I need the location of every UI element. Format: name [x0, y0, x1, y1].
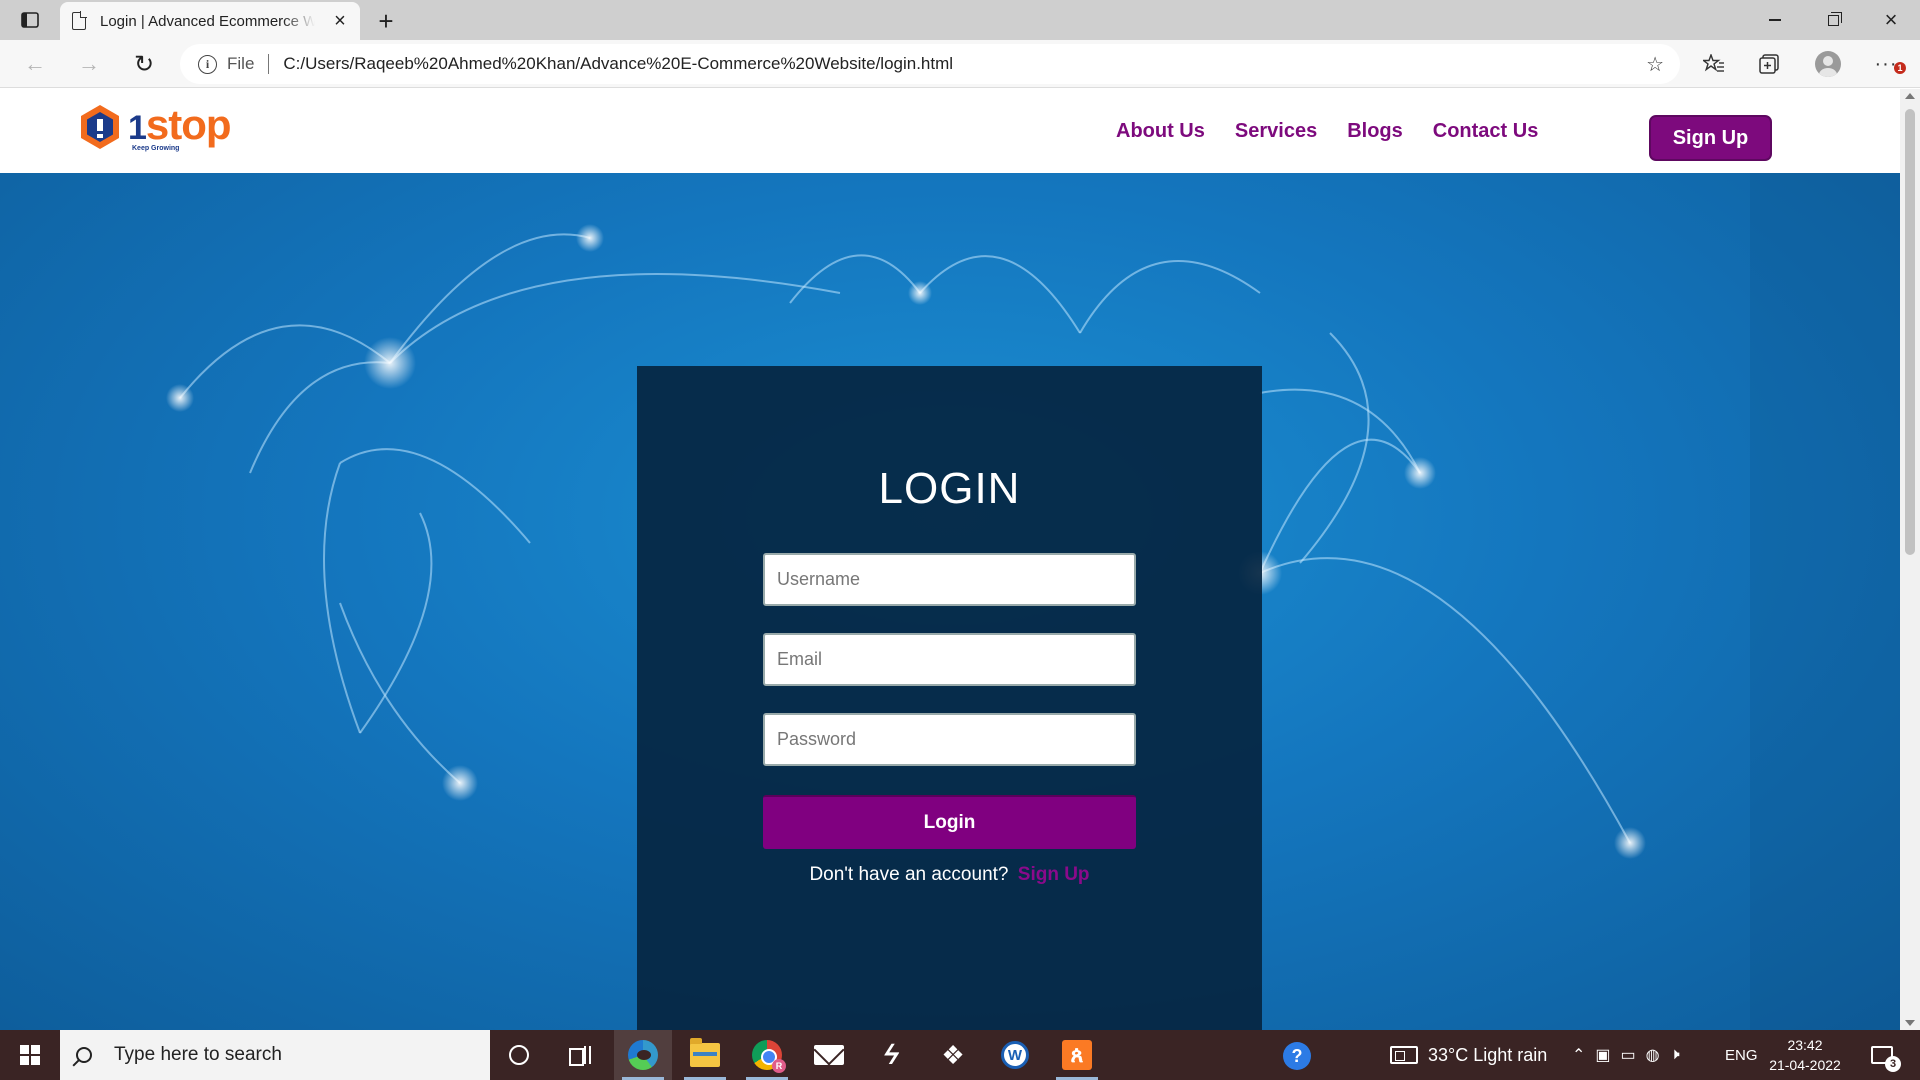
folder-icon [690, 1038, 720, 1067]
profile-avatar[interactable] [1812, 50, 1844, 78]
add-favorite-icon[interactable]: ☆ [1646, 52, 1664, 77]
restore-button[interactable] [1804, 0, 1862, 40]
volume-icon[interactable]: 🕨 [1670, 1046, 1680, 1064]
address-scheme-label: File [227, 54, 255, 73]
page-viewport: 1stop Keep Growing About Us Services Blo… [0, 89, 1900, 1030]
taskbar-app-w[interactable]: W [986, 1030, 1044, 1080]
favorites-icon[interactable] [1698, 50, 1730, 78]
logo-mark-icon [78, 103, 122, 151]
site-logo[interactable]: 1stop Keep Growing [78, 103, 238, 159]
nav-about-us[interactable]: About Us [1116, 120, 1205, 143]
clock-time: 23:42 [1787, 1037, 1823, 1053]
system-tray-icons: ⌃ ▣ ▭ ◍ 🕨 [1572, 1030, 1680, 1080]
reload-icon[interactable]: ↻ [129, 50, 159, 78]
windows-logo-icon [20, 1045, 40, 1065]
task-view-icon [569, 1046, 591, 1066]
document-icon [72, 11, 87, 30]
scroll-thumb[interactable] [1905, 109, 1915, 555]
tab-actions-icon[interactable] [18, 9, 42, 31]
task-view-button[interactable] [550, 1030, 608, 1080]
url-text[interactable]: C:/Users/Raqeeb%20Ahmed%20Khan/Advance%2… [283, 54, 953, 74]
password-input[interactable]: Password [763, 713, 1136, 766]
nav-blogs[interactable]: Blogs [1347, 120, 1403, 143]
signup-prompt: Don't have an account? Sign Up [637, 864, 1262, 886]
username-input[interactable]: Username [763, 553, 1136, 606]
search-icon [76, 1047, 92, 1063]
new-tab-button[interactable]: + [372, 6, 400, 37]
signup-link[interactable]: Sign Up [1018, 864, 1090, 885]
notification-count: 3 [1885, 1056, 1901, 1072]
notification-badge: 1 [1894, 62, 1906, 74]
address-separator [268, 54, 270, 74]
app-w-icon: W [1001, 1041, 1029, 1069]
chevron-up-icon[interactable]: ⌃ [1572, 1045, 1585, 1065]
main-nav: About Us Services Blogs Contact Us [1116, 89, 1568, 173]
notification-center-button[interactable]: 3 [1862, 1030, 1902, 1080]
collections-icon[interactable] [1754, 50, 1786, 78]
taskbar-search[interactable]: Type here to search [60, 1030, 490, 1080]
site-header: 1stop Keep Growing About Us Services Blo… [0, 89, 1900, 173]
clock-date: 21-04-2022 [1769, 1057, 1841, 1073]
taskbar-xampp[interactable]: ጰ [1048, 1030, 1106, 1080]
more-menu-icon[interactable]: ··· 1 [1870, 50, 1906, 78]
edge-icon [628, 1040, 658, 1070]
language-indicator[interactable]: ENG [1725, 1030, 1758, 1080]
notification-icon: 3 [1871, 1046, 1901, 1072]
header-signup-button[interactable]: Sign Up [1649, 115, 1772, 161]
logo-number: 1 [128, 109, 147, 147]
taskbar-bolt-app[interactable]: ϟ [862, 1030, 920, 1080]
weather-text: 33°C Light rain [1428, 1044, 1548, 1065]
taskbar-file-explorer[interactable] [676, 1030, 734, 1080]
back-arrow-icon[interactable]: ← [20, 50, 50, 78]
taskbar-mail[interactable] [800, 1030, 858, 1080]
login-title: LOGIN [878, 464, 1021, 513]
taskbar-dropbox[interactable]: ❖ [924, 1030, 982, 1080]
login-button[interactable]: Login [763, 795, 1136, 849]
taskbar-search-placeholder: Type here to search [114, 1044, 282, 1065]
address-bar[interactable]: i File C:/Users/Raqeeb%20Ahmed%20Khan/Ad… [180, 44, 1680, 84]
browser-tab-active[interactable]: Login | Advanced Ecommerce W × [60, 2, 360, 40]
xampp-icon: ጰ [1062, 1040, 1092, 1070]
chrome-profile-badge: R [772, 1059, 786, 1073]
logo-tagline: Keep Growing [132, 145, 180, 152]
taskbar-chrome[interactable]: R [738, 1030, 796, 1080]
network-globe-icon[interactable]: ◍ [1646, 1045, 1660, 1065]
windows-taskbar: Type here to search R ϟ ❖ W ጰ ? 33°C Lig… [0, 1030, 1920, 1080]
help-icon[interactable]: ? [1283, 1042, 1311, 1070]
battery-icon[interactable]: ▭ [1621, 1045, 1636, 1065]
clock[interactable]: 23:42 21-04-2022 [1762, 1030, 1848, 1080]
cortana-icon [509, 1045, 529, 1065]
scroll-up-arrow-icon[interactable] [1905, 93, 1915, 99]
signup-prompt-text: Don't have an account? [809, 864, 1009, 885]
hero-background: LOGIN Username Email Password Login Don'… [0, 173, 1900, 1030]
nav-contact-us[interactable]: Contact Us [1433, 120, 1539, 143]
weather-widget[interactable]: 33°C Light rain [1390, 1030, 1547, 1080]
info-icon[interactable]: i [198, 54, 217, 74]
meet-now-icon[interactable]: ▣ [1595, 1045, 1610, 1065]
taskbar-edge[interactable] [614, 1030, 672, 1080]
browser-toolbar: ← → ↻ i File C:/Users/Raqeeb%20Ahmed%20K… [0, 40, 1920, 88]
forward-arrow-icon[interactable]: → [74, 50, 104, 78]
browser-tab-bar: Login | Advanced Ecommerce W × + × [0, 0, 1920, 40]
lightning-icon: ϟ [879, 1039, 903, 1070]
weather-icon [1390, 1046, 1418, 1064]
cortana-button[interactable] [490, 1030, 548, 1080]
nav-services[interactable]: Services [1235, 120, 1317, 143]
scroll-down-arrow-icon[interactable] [1905, 1020, 1915, 1026]
chrome-icon: R [752, 1040, 786, 1073]
logo-wordmark: stop [145, 101, 232, 148]
minimize-button[interactable] [1746, 0, 1804, 40]
email-input[interactable]: Email [763, 633, 1136, 686]
start-button[interactable] [0, 1030, 60, 1080]
page-scrollbar[interactable] [1900, 89, 1920, 1030]
mail-icon [814, 1045, 844, 1065]
tab-title: Login | Advanced Ecommerce W [100, 12, 315, 30]
dropbox-icon: ❖ [941, 1039, 965, 1070]
close-tab-icon[interactable]: × [330, 10, 350, 33]
login-card: LOGIN Username Email Password Login Don'… [637, 366, 1262, 1030]
close-window-button[interactable]: × [1862, 0, 1920, 40]
